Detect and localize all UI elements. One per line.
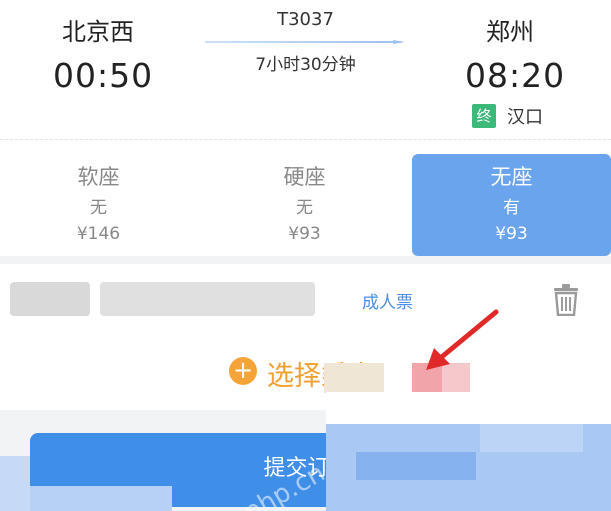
blurred-id-number — [100, 282, 315, 316]
arrival-station: 郑州 — [486, 18, 534, 46]
mosaic-overlay — [480, 424, 583, 452]
seat-name: 软座 — [77, 165, 120, 189]
seat-availability: 有 — [503, 198, 520, 218]
trip-header: 北京西 00:50 T3037 7小时30分钟 郑州 08:20 终 汉口 — [0, 0, 611, 140]
seat-price: ¥93 — [495, 224, 528, 244]
seat-name: 硬座 — [283, 165, 326, 189]
mosaic-overlay — [324, 363, 384, 393]
trash-icon[interactable] — [552, 284, 580, 316]
seat-availability: 无 — [90, 198, 107, 218]
passenger-row[interactable]: 成人票 — [0, 264, 611, 334]
seat-price: ¥146 — [76, 224, 121, 244]
terminal-station: 汉口 — [507, 107, 543, 128]
route-arrow-icon — [205, 40, 405, 44]
mosaic-overlay — [326, 392, 611, 426]
seat-availability: 无 — [296, 198, 313, 218]
seat-name: 无座 — [490, 165, 533, 189]
mosaic-overlay — [30, 486, 172, 511]
mosaic-overlay — [356, 452, 476, 480]
plus-circle-icon: + — [229, 357, 257, 385]
arrival-time: 08:20 — [465, 56, 566, 95]
blurred-passenger-name — [10, 282, 90, 316]
seat-option-standing[interactable]: 无座 有 ¥93 — [412, 154, 611, 256]
ticket-type-selector[interactable]: 成人票 — [362, 288, 413, 313]
terminal-badge: 终 — [472, 104, 496, 128]
seat-option-hard[interactable]: 硬座 无 ¥93 — [206, 154, 403, 256]
seat-price: ¥93 — [288, 224, 321, 244]
mosaic-overlay — [0, 456, 30, 511]
seat-selector: 软座 无 ¥146 硬座 无 ¥93 无座 有 ¥93 — [0, 140, 611, 256]
seat-option-soft[interactable]: 软座 无 ¥146 — [0, 154, 197, 256]
